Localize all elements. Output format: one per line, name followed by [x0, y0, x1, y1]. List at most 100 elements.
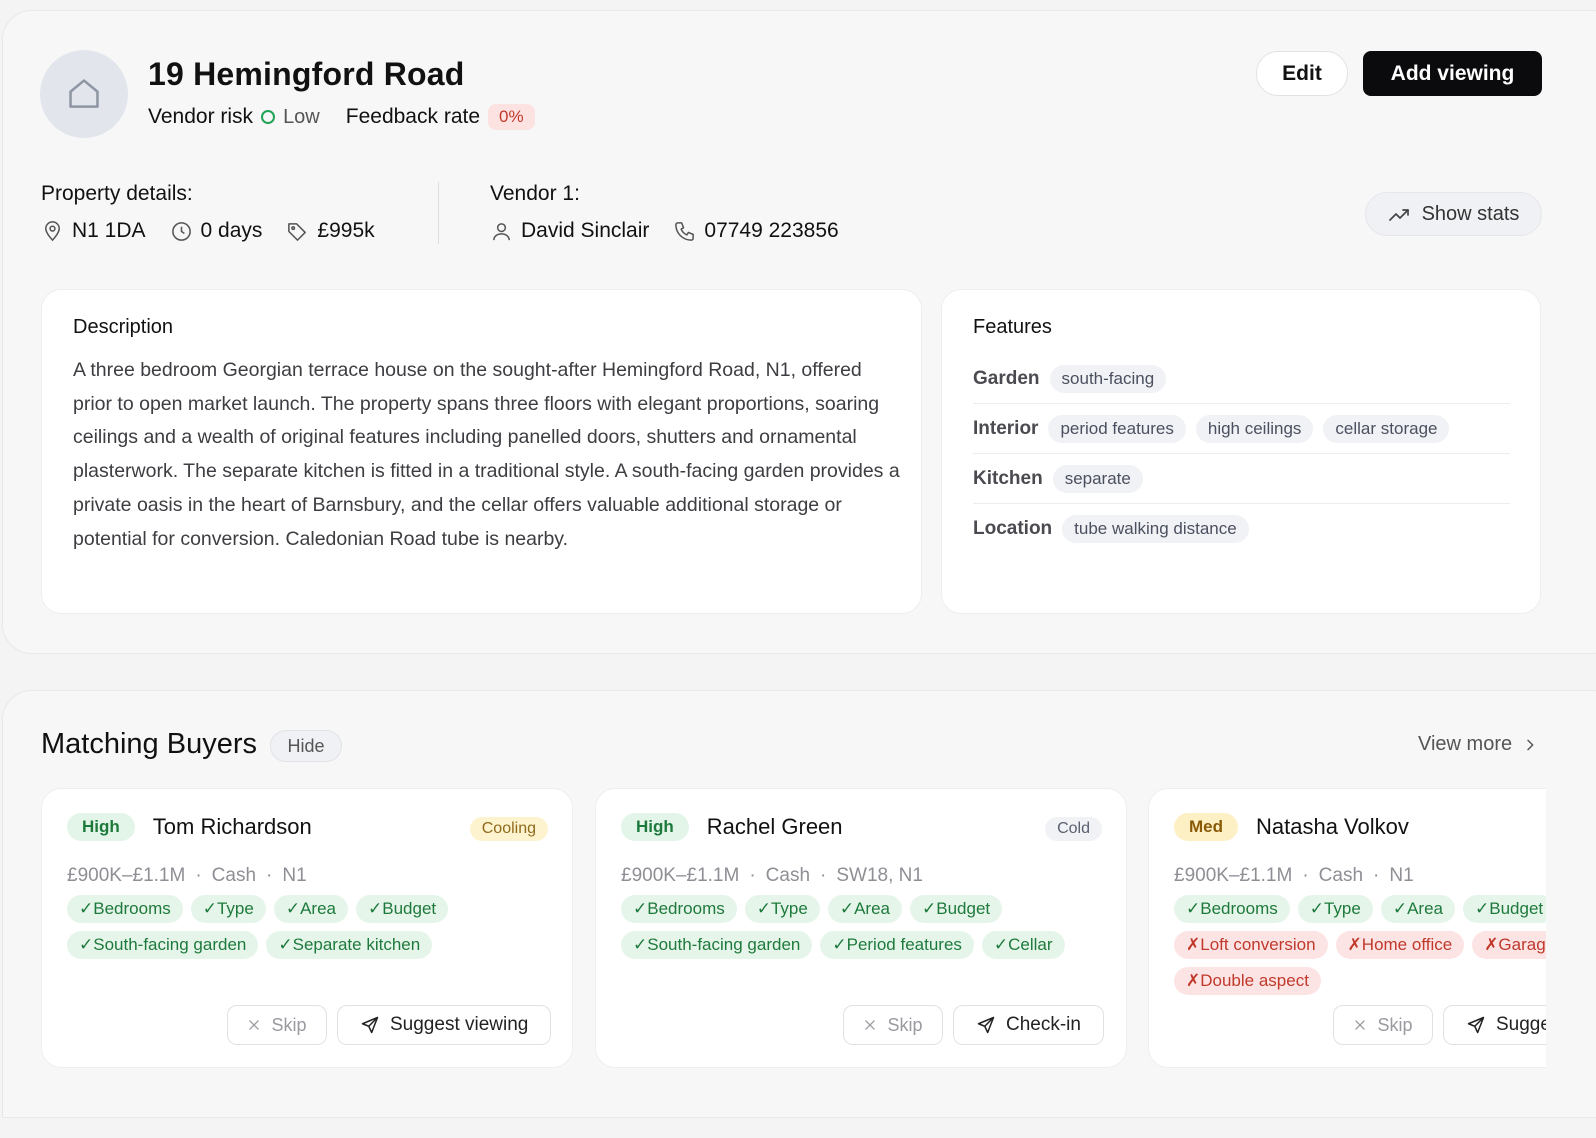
buyer-finance: Cash	[1318, 865, 1364, 886]
vendor-phone-item[interactable]: 07749 223856	[673, 219, 839, 243]
match-tag: ✓Area	[827, 895, 902, 923]
vendor-phone[interactable]: 07749 223856	[704, 219, 838, 243]
buyer-header: High Rachel Green	[621, 813, 843, 841]
suggest-viewing-button[interactable]: Suggest viewing	[337, 1005, 552, 1045]
match-tags: ✓Bedrooms ✓Type ✓Area ✓Budget ✓South-fac…	[621, 895, 1121, 967]
risk-status-icon	[261, 110, 276, 124]
check-in-button[interactable]: Check-in	[953, 1005, 1104, 1045]
price-tag-icon	[288, 222, 307, 241]
days-item: 0 days	[170, 219, 262, 243]
property-details-label: Property details:	[41, 182, 193, 205]
skip-button[interactable]: Skip	[227, 1005, 327, 1045]
match-tags: ✓Bedrooms ✓Type ✓Area ✓Budget ✗Loft conv…	[1174, 895, 1546, 1003]
feature-chip: tube walking distance	[1062, 515, 1249, 543]
feature-row-location: Location tube walking distance	[973, 504, 1510, 554]
features-card: Features Garden south-facing Interior pe…	[941, 289, 1541, 614]
feature-chip: period features	[1048, 414, 1186, 443]
suggest-viewing-button[interactable]: Suggest viewing	[1443, 1005, 1546, 1045]
property-details-row: N1 1DA 0 days £995k	[41, 219, 399, 243]
action-label: Check-in	[1006, 1014, 1081, 1035]
match-tag: ✓Type	[1297, 895, 1373, 923]
match-tag: ✓Period features	[820, 931, 974, 959]
view-more-link[interactable]: View more	[1418, 733, 1538, 756]
feature-name: Kitchen	[973, 467, 1043, 489]
skip-button[interactable]: Skip	[843, 1005, 943, 1045]
buyer-status-badge: Cold	[1045, 817, 1102, 841]
mismatch-tag: ✗Garage	[1472, 931, 1546, 959]
hide-buyers-button[interactable]: Hide	[270, 730, 342, 762]
show-stats-button[interactable]: Show stats	[1365, 192, 1542, 236]
feature-chip: south-facing	[1049, 364, 1167, 393]
close-icon	[1355, 1020, 1366, 1030]
features-heading: Features	[973, 316, 1052, 338]
postcode-item: N1 1DA	[41, 219, 146, 243]
close-icon	[249, 1020, 260, 1030]
edit-button[interactable]: Edit	[1256, 51, 1348, 96]
match-tag: ✓Budget	[1463, 895, 1546, 923]
location-pin-icon	[45, 220, 60, 241]
action-label: Suggest viewing	[390, 1014, 529, 1035]
feature-chip: high ceilings	[1195, 414, 1314, 443]
feature-chip: separate	[1052, 464, 1143, 493]
buyers-scroller[interactable]: High Tom Richardson Cooling £900K–£1.1M ·…	[0, 780, 1546, 1080]
buyer-card[interactable]: Med Natasha Volkov £900K–£1.1M · Cash · N1 ✓…	[1148, 788, 1546, 1068]
vendor-label: Vendor 1:	[490, 182, 580, 205]
send-icon	[361, 1016, 379, 1034]
match-tag: ✓Separate kitchen	[266, 931, 433, 959]
trend-chart-icon	[1388, 209, 1409, 221]
match-tier-badge: High	[621, 813, 689, 841]
buyer-actions: Skip Suggest viewing	[1333, 1005, 1546, 1045]
buyer-finance: Cash	[211, 865, 257, 886]
feature-chip: cellar storage	[1323, 414, 1450, 443]
skip-label: Skip	[271, 1014, 307, 1035]
vendor-risk-label: Vendor risk	[148, 105, 254, 128]
buyer-budget: £900K–£1.1M	[1174, 865, 1293, 886]
property-indicators: Vendor risk Low Feedback rate 0%	[148, 104, 535, 130]
asking-price: £995k	[317, 219, 375, 242]
description-card: Description A three bedroom Georgian ter…	[41, 289, 922, 614]
feature-row-interior: Interior period features high ceilings c…	[973, 404, 1510, 454]
match-tag: ✓Bedrooms	[621, 895, 737, 923]
mismatch-tag: ✗Double aspect	[1174, 967, 1321, 995]
feedback-rate-badge: 0%	[488, 104, 535, 130]
vendor-risk-value: Low	[283, 105, 320, 128]
buyer-card[interactable]: High Tom Richardson Cooling £900K–£1.1M ·…	[41, 788, 573, 1068]
close-icon	[865, 1020, 876, 1030]
vendor-name: David Sinclair	[521, 219, 650, 242]
skip-button[interactable]: Skip	[1333, 1005, 1433, 1045]
buyer-meta: £900K–£1.1M · Cash · SW18, N1	[621, 865, 923, 886]
buyer-status-badge: Cooling	[469, 817, 548, 841]
buyer-area: SW18, N1	[836, 865, 923, 886]
vendor-name-item: David Sinclair	[490, 219, 649, 243]
vendor-row: David Sinclair 07749 223856	[490, 219, 863, 243]
buyer-header: High Tom Richardson	[67, 813, 312, 841]
buyer-actions: Skip Check-in	[843, 1005, 1104, 1045]
add-viewing-button[interactable]: Add viewing	[1363, 51, 1542, 96]
description-heading: Description	[73, 316, 174, 338]
buyer-meta: £900K–£1.1M · Cash · N1	[1174, 865, 1414, 886]
buyer-header: Med Natasha Volkov	[1174, 813, 1409, 841]
match-tag: ✓Bedrooms	[67, 895, 183, 923]
buyer-budget: £900K–£1.1M	[67, 865, 186, 886]
buyer-card[interactable]: High Rachel Green Cold £900K–£1.1M · Cash ·…	[595, 788, 1127, 1068]
description-text: A three bedroom Georgian terrace house o…	[73, 359, 900, 550]
property-title: 19 Hemingford Road	[148, 56, 465, 92]
feature-name: Garden	[973, 367, 1040, 389]
buyer-name: Tom Richardson	[152, 814, 312, 839]
match-tier-badge: Med	[1174, 813, 1238, 841]
chevron-right-icon	[1527, 739, 1534, 750]
price-item: £995k	[286, 219, 375, 243]
match-tag: ✓South-facing garden	[621, 931, 813, 959]
buyer-finance: Cash	[765, 865, 811, 886]
user-icon	[493, 222, 510, 240]
match-tag: ✓Bedrooms	[1174, 895, 1290, 923]
match-tag: ✓Budget	[356, 895, 449, 923]
match-tag: ✓Cellar	[981, 931, 1065, 959]
feature-row-kitchen: Kitchen separate	[973, 454, 1510, 504]
details-divider	[438, 182, 439, 244]
mismatch-tag: ✗Loft conversion	[1174, 931, 1328, 959]
show-stats-label: Show stats	[1421, 202, 1520, 225]
feature-row-garden: Garden south-facing	[973, 354, 1510, 404]
skip-label: Skip	[1377, 1014, 1413, 1035]
clock-icon	[171, 221, 191, 241]
